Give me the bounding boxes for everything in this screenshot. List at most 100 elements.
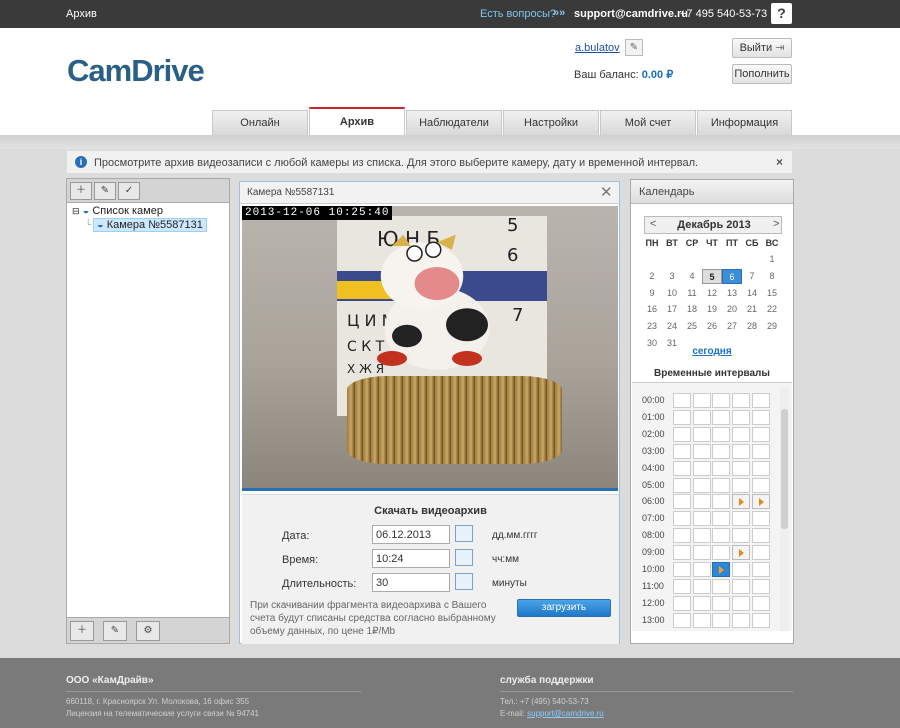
interval-cell[interactable]: [692, 409, 711, 425]
calendar-day[interactable]: 21: [742, 302, 762, 317]
calendar-day[interactable]: 3: [662, 269, 682, 284]
calendar-day[interactable]: 19: [702, 302, 722, 317]
interval-cell[interactable]: [732, 511, 751, 527]
interval-cell[interactable]: [751, 443, 770, 459]
interval-cell[interactable]: [751, 511, 770, 527]
interval-cell[interactable]: [712, 477, 731, 493]
interval-cell[interactable]: [732, 477, 751, 493]
support-email-link[interactable]: support@camdrive.ru: [527, 709, 604, 718]
interval-cell[interactable]: [751, 393, 770, 408]
interval-cell[interactable]: [751, 528, 770, 544]
calendar-day[interactable]: 2: [642, 269, 662, 284]
interval-cell[interactable]: [712, 409, 731, 425]
interval-cell[interactable]: [692, 578, 711, 594]
camdrive-logo[interactable]: CamDrive: [67, 53, 205, 89]
logout-button[interactable]: Выйти ⇥: [732, 38, 792, 58]
calendar-day[interactable]: 13: [722, 286, 742, 301]
camera-settings-icon[interactable]: ✎: [103, 621, 127, 641]
interval-cell[interactable]: [673, 494, 691, 510]
interval-cell-recorded[interactable]: [732, 494, 751, 510]
calendar-day[interactable]: 11: [682, 286, 702, 301]
interval-cell[interactable]: [692, 595, 711, 611]
date-calendar-icon[interactable]: [455, 525, 473, 542]
duration-picker-icon[interactable]: [455, 573, 473, 590]
interval-cell[interactable]: [673, 562, 691, 577]
calendar-day[interactable]: 20: [722, 302, 742, 317]
calendar-day[interactable]: 14: [742, 286, 762, 301]
interval-cell[interactable]: [732, 460, 751, 476]
add-camera-bottom-icon[interactable]: ＋: [70, 621, 94, 641]
interval-cell[interactable]: [692, 443, 711, 459]
interval-cell[interactable]: [692, 511, 711, 527]
download-button[interactable]: загрузить: [517, 599, 611, 617]
interval-cell[interactable]: [732, 595, 751, 611]
tab-observers[interactable]: Наблюдатели: [406, 110, 502, 135]
duration-input[interactable]: 30: [372, 573, 450, 592]
calendar-day[interactable]: 23: [642, 319, 662, 334]
interval-cell[interactable]: [712, 460, 731, 476]
calendar-day[interactable]: 9: [642, 286, 662, 301]
help-icon[interactable]: ?: [771, 3, 792, 24]
interval-cell[interactable]: [673, 477, 691, 493]
interval-cell[interactable]: [751, 578, 770, 594]
calendar-day[interactable]: 24: [662, 319, 682, 334]
calendar-day[interactable]: 15: [762, 286, 782, 301]
tab-settings[interactable]: Настройки: [503, 110, 599, 135]
interval-cell[interactable]: [712, 443, 731, 459]
support-email[interactable]: support@camdrive.ru: [574, 8, 688, 20]
calendar-day[interactable]: 4: [682, 269, 702, 284]
calendar-day[interactable]: 12: [702, 286, 722, 301]
interval-cell[interactable]: [732, 578, 751, 594]
interval-cell[interactable]: [673, 409, 691, 425]
interval-cell[interactable]: [673, 528, 691, 544]
calendar-day[interactable]: 6: [722, 268, 742, 284]
interval-cell[interactable]: [692, 545, 711, 561]
interval-cell[interactable]: [732, 443, 751, 459]
interval-cell[interactable]: [751, 612, 770, 628]
interval-cell[interactable]: [732, 426, 751, 442]
tab-online[interactable]: Онлайн: [212, 110, 308, 135]
interval-cell[interactable]: [712, 494, 731, 510]
interval-cell[interactable]: [712, 612, 731, 628]
intervals-scrollbar[interactable]: [780, 387, 789, 631]
interval-cell[interactable]: [712, 578, 731, 594]
topup-button[interactable]: Пополнить: [732, 64, 792, 84]
interval-cell[interactable]: [751, 562, 770, 577]
close-viewer-icon[interactable]: ✕: [600, 183, 613, 201]
interval-cell[interactable]: [673, 426, 691, 442]
interval-cell[interactable]: [673, 443, 691, 459]
interval-cell[interactable]: [712, 545, 731, 561]
interval-cell[interactable]: [673, 595, 691, 611]
calendar-day[interactable]: 5: [702, 268, 722, 284]
interval-cell[interactable]: [751, 545, 770, 561]
interval-cell[interactable]: [712, 511, 731, 527]
calendar-day[interactable]: 27: [722, 319, 742, 334]
interval-cell[interactable]: [692, 393, 711, 408]
interval-cell[interactable]: [692, 460, 711, 476]
interval-cell[interactable]: [692, 528, 711, 544]
interval-cell[interactable]: [732, 409, 751, 425]
calendar-day[interactable]: 7: [742, 269, 762, 284]
interval-cell[interactable]: [673, 545, 691, 561]
interval-cell[interactable]: [692, 426, 711, 442]
calendar-day[interactable]: 16: [642, 302, 662, 317]
video-player[interactable]: Ю Н Б 5 6 Ц И М С К Т Х Ж Я 7 2013-12-06…: [242, 206, 618, 491]
interval-cell-recorded[interactable]: [732, 545, 751, 561]
interval-cell[interactable]: [712, 393, 731, 408]
tab-info[interactable]: Информация: [697, 110, 792, 135]
check-camera-icon[interactable]: ✓: [118, 182, 140, 200]
interval-cell[interactable]: [751, 426, 770, 442]
tab-account[interactable]: Мой счет: [600, 110, 696, 135]
interval-cell[interactable]: [751, 595, 770, 611]
edit-camera-icon[interactable]: ✎: [94, 182, 116, 200]
calendar-day[interactable]: 28: [742, 319, 762, 334]
time-picker-icon[interactable]: [455, 549, 473, 566]
next-month-icon[interactable]: >: [773, 218, 779, 230]
interval-cell[interactable]: [673, 511, 691, 527]
calendar-day[interactable]: 17: [662, 302, 682, 317]
date-input[interactable]: 06.12.2013: [372, 525, 450, 544]
calendar-day[interactable]: 10: [662, 286, 682, 301]
interval-cell[interactable]: [732, 528, 751, 544]
edit-profile-icon[interactable]: ✎: [625, 39, 643, 56]
calendar-day[interactable]: 1: [762, 252, 782, 267]
